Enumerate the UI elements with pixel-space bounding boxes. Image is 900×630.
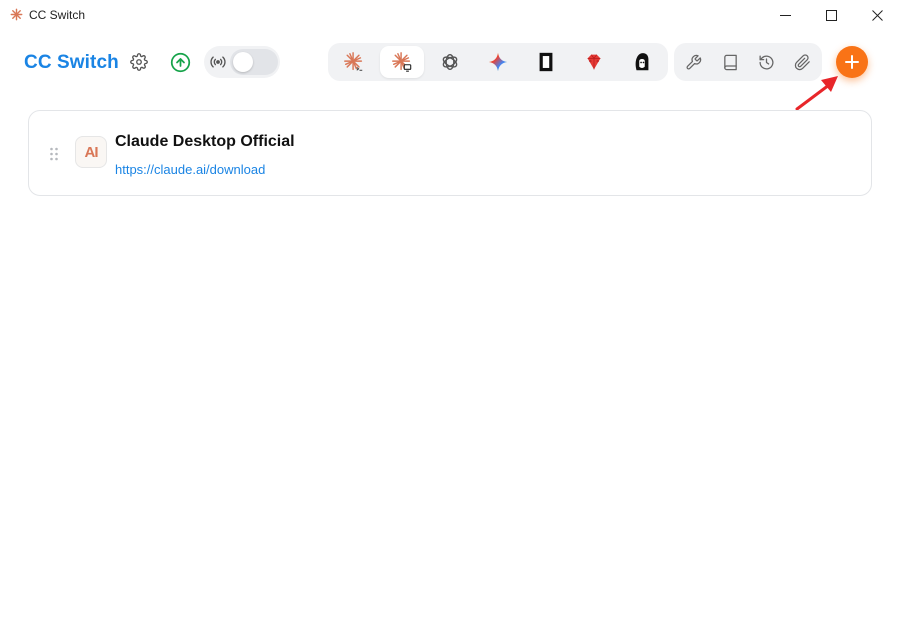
brand-title[interactable]: CC Switch <box>24 52 119 74</box>
annotation-arrow-icon <box>795 76 838 111</box>
gear-icon <box>130 53 148 71</box>
proxy-toggle[interactable] <box>230 49 278 75</box>
update-button[interactable] <box>168 50 192 74</box>
openai-icon <box>442 53 458 71</box>
attachments-button[interactable] <box>790 50 814 74</box>
book-icon <box>723 54 737 70</box>
radio-signal-icon <box>210 56 226 68</box>
drag-handle-icon[interactable] <box>49 147 59 161</box>
arrow-up-circle-icon <box>170 52 190 72</box>
ruby-icon <box>587 54 601 70</box>
window-controls <box>762 0 900 30</box>
tools-button[interactable] <box>681 50 705 74</box>
mascot-icon <box>635 53 649 71</box>
claude-cli-icon <box>344 52 363 71</box>
tab-claude-desktop[interactable] <box>380 46 424 78</box>
paperclip-icon <box>794 53 810 70</box>
provider-name: Claude Desktop Official <box>115 133 295 150</box>
tab-opencode[interactable] <box>524 46 568 78</box>
provider-card[interactable]: AI Claude Desktop Official https://claud… <box>28 110 872 196</box>
claude-desktop-icon <box>392 52 412 72</box>
app-switcher <box>328 43 668 81</box>
gemini-icon <box>488 52 508 72</box>
maximize-button[interactable] <box>808 0 854 30</box>
provider-logo: AI <box>75 136 107 168</box>
history-button[interactable] <box>754 50 778 74</box>
tab-ruby[interactable] <box>572 46 616 78</box>
provider-url-link[interactable]: https://claude.ai/download <box>115 162 265 177</box>
title-bar: CC Switch <box>0 0 900 30</box>
tab-claude-code[interactable] <box>332 46 376 78</box>
toggle-knob <box>233 52 253 72</box>
tab-codex[interactable] <box>428 46 472 78</box>
plus-icon <box>845 55 859 69</box>
tab-mascot[interactable] <box>620 46 664 78</box>
settings-button[interactable] <box>127 50 151 74</box>
minimize-button[interactable] <box>762 0 808 30</box>
provider-logo-text: AI <box>84 143 99 161</box>
prompts-button[interactable] <box>718 50 742 74</box>
tab-gemini[interactable] <box>476 46 520 78</box>
proxy-toggle-group <box>204 46 280 78</box>
opencode-icon <box>539 52 553 72</box>
minimize-icon <box>779 14 791 16</box>
history-icon <box>758 54 773 70</box>
window-title: CC Switch <box>29 8 86 22</box>
maximize-icon <box>825 9 837 21</box>
wrench-icon <box>686 54 701 69</box>
app-logo-icon <box>10 8 23 21</box>
close-button[interactable] <box>854 0 900 30</box>
close-icon <box>871 9 883 21</box>
